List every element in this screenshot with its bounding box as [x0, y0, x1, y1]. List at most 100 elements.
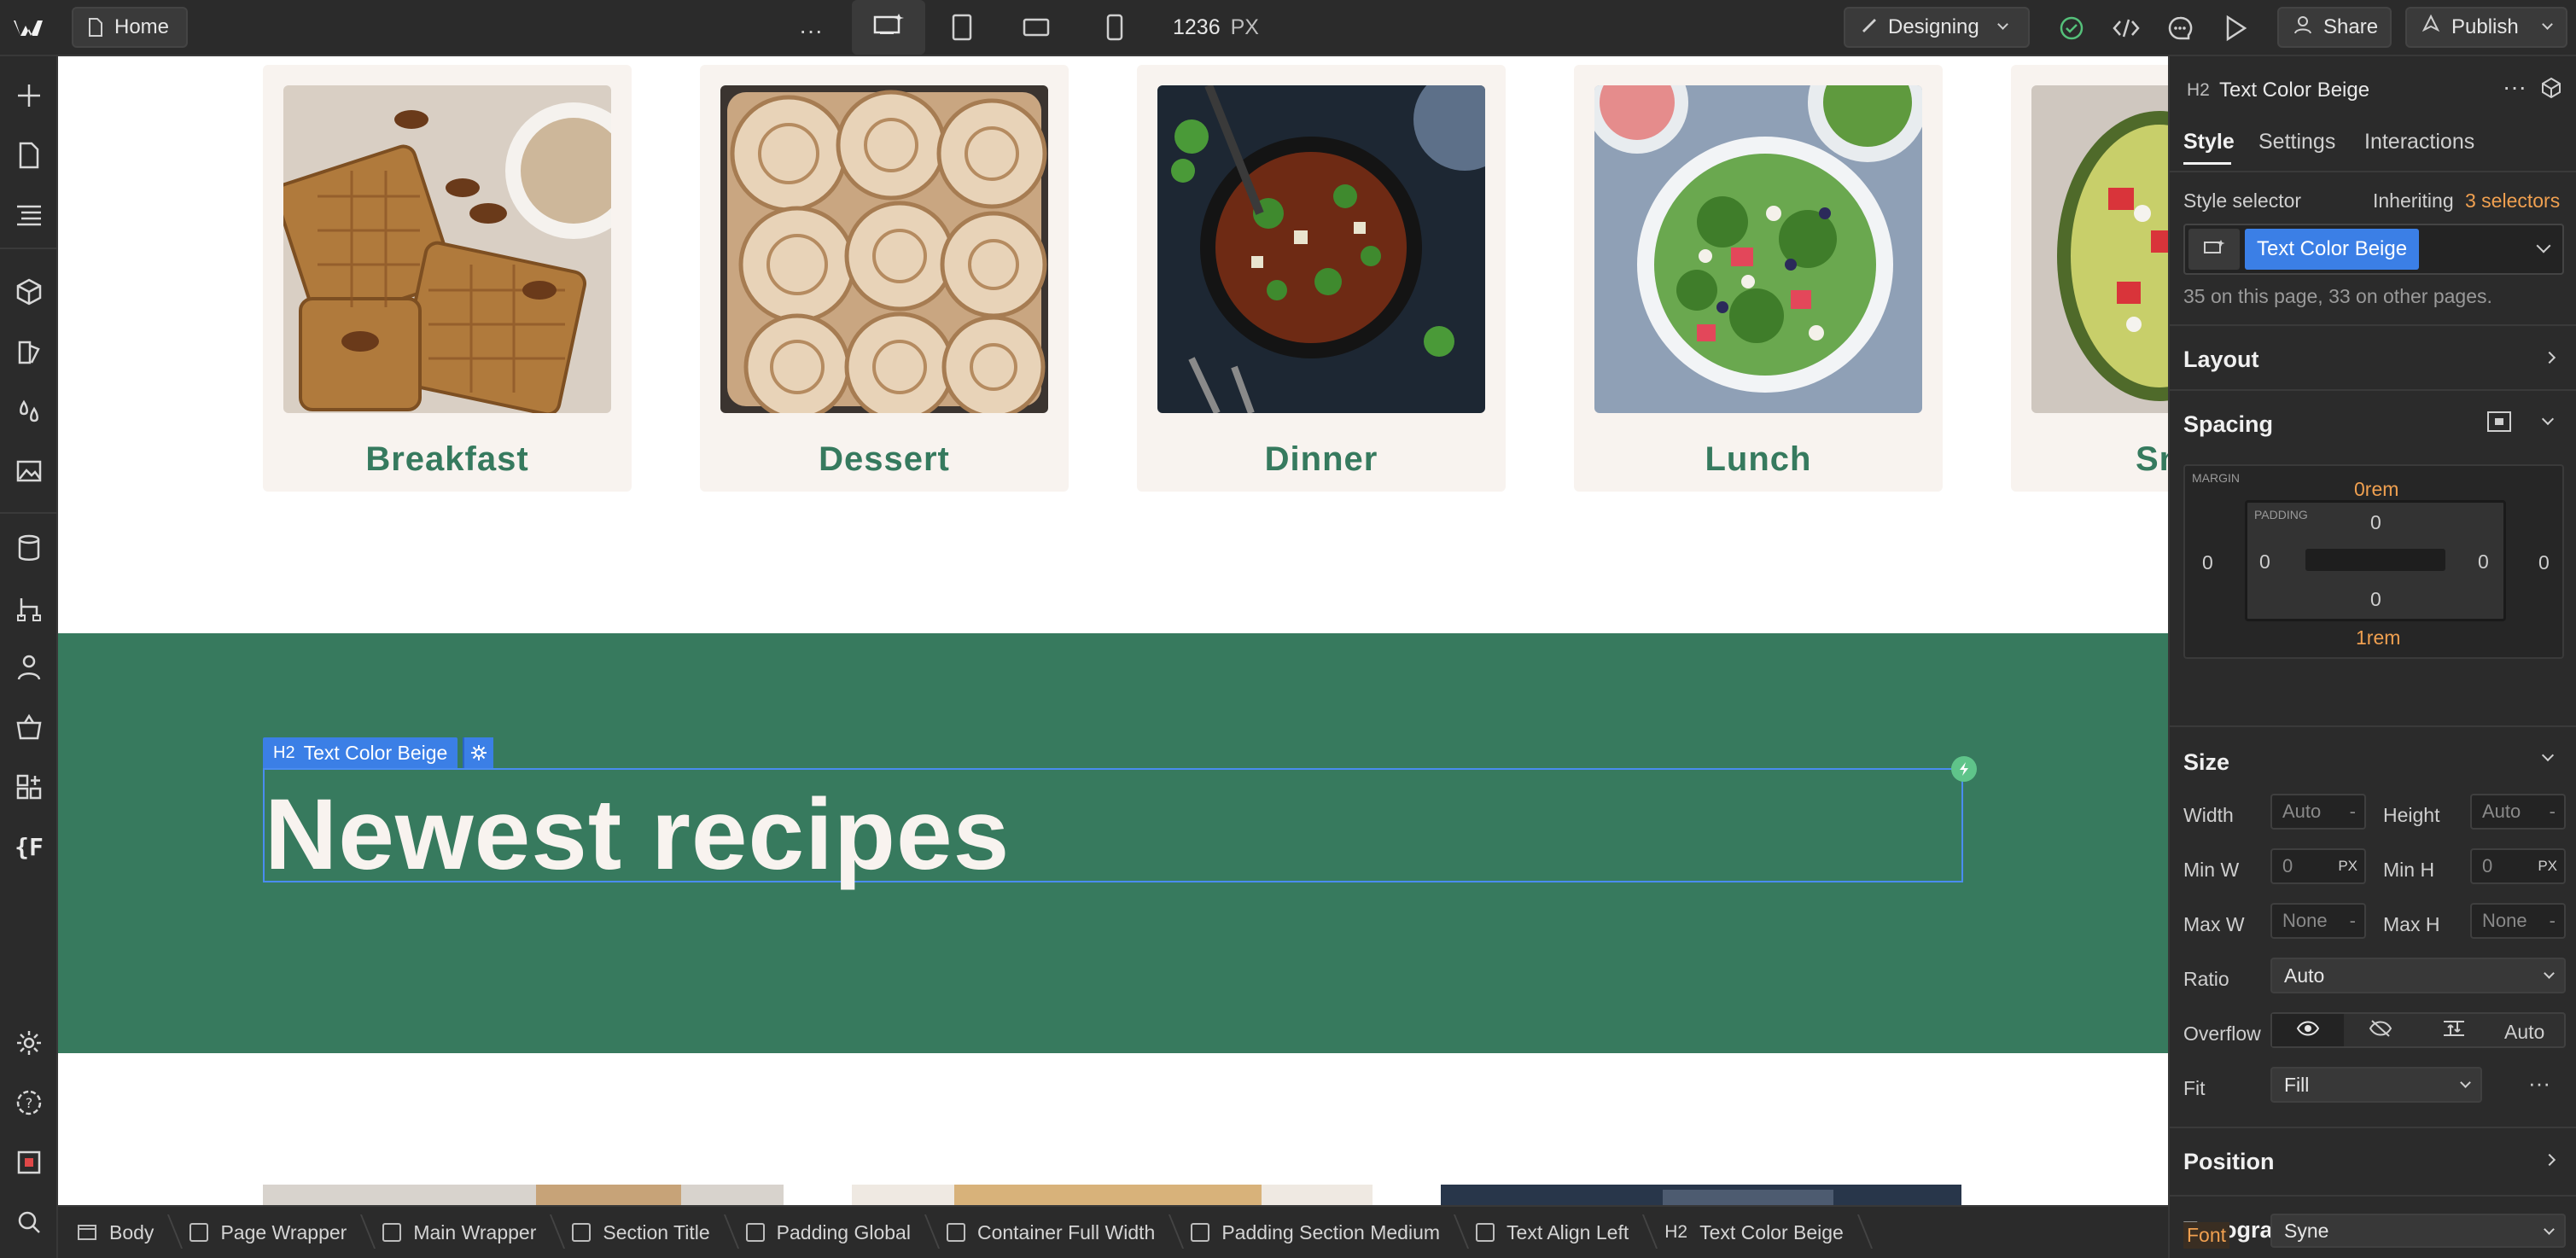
margin-right-value[interactable]: 0 — [2538, 551, 2550, 574]
canvas-width-value: 1236 — [1173, 15, 1221, 39]
height-field[interactable]: Auto - — [2470, 794, 2566, 830]
breadcrumb-item-padding-section-medium[interactable]: Padding Section Medium — [1172, 1206, 1457, 1258]
overflow-hidden-option[interactable] — [2344, 1014, 2417, 1046]
max-width-field[interactable]: None - — [2270, 903, 2366, 939]
newest-recipes-heading[interactable]: Newest recipes — [263, 768, 1963, 891]
tab-settings[interactable]: Settings — [2258, 130, 2335, 154]
margin-top-value[interactable]: 0rem — [2354, 478, 2398, 501]
users-icon[interactable] — [10, 649, 48, 686]
cms-icon[interactable] — [10, 529, 48, 567]
fit-more-options-icon[interactable]: ··· — [2528, 1070, 2550, 1097]
selector-state-button[interactable] — [2188, 229, 2240, 270]
breadcrumb-item-padding-global[interactable]: Padding Global — [727, 1206, 928, 1258]
tab-style[interactable]: Style — [2183, 130, 2235, 154]
breadcrumb-item-page-wrapper[interactable]: Page Wrapper — [171, 1206, 364, 1258]
breakpoint-mobile-button[interactable] — [1106, 14, 1123, 47]
selected-element-tag[interactable]: H2 Text Color Beige — [263, 737, 458, 768]
layout-section[interactable]: Layout — [2170, 324, 2576, 389]
ratio-label: Ratio — [2183, 968, 2229, 990]
min-height-field[interactable]: 0 PX — [2470, 848, 2566, 884]
breadcrumb-item-text-align-left[interactable]: Text Align Left — [1457, 1206, 1646, 1258]
rocket-icon — [2421, 14, 2441, 41]
chevron-down-icon[interactable] — [2541, 748, 2555, 762]
chevron-right-icon — [2543, 351, 2556, 364]
max-height-field[interactable]: None - — [2470, 903, 2566, 939]
padding-bottom-value[interactable]: 0 — [2370, 588, 2381, 611]
tab-interactions[interactable]: Interactions — [2364, 130, 2474, 154]
breadcrumb-item-body[interactable]: Body — [58, 1206, 171, 1258]
margin-bottom-value[interactable]: 1rem — [2356, 626, 2400, 649]
chevron-down-icon[interactable] — [2541, 412, 2555, 426]
chevron-down-icon[interactable] — [2536, 238, 2551, 253]
canvas-width-readout[interactable]: 1236 PX — [1173, 15, 1259, 40]
settings-icon[interactable] — [10, 1024, 48, 1062]
interaction-trigger-icon[interactable] — [1951, 756, 1977, 782]
style-selector-label: Style selector — [2183, 189, 2302, 212]
padding-top-value[interactable]: 0 — [2370, 511, 2381, 534]
component-icon[interactable] — [2540, 77, 2562, 103]
breadcrumb-item-section-title[interactable]: Section Title — [553, 1206, 726, 1258]
publish-button[interactable]: Publish — [2405, 7, 2567, 48]
overflow-visible-option[interactable] — [2272, 1014, 2344, 1046]
category-card-breakfast[interactable]: Breakfast — [263, 65, 632, 492]
padding-right-value[interactable]: 0 — [2478, 550, 2489, 574]
record-icon[interactable] — [10, 1144, 48, 1181]
fit-dropdown[interactable]: Fill — [2270, 1067, 2482, 1103]
code-icon[interactable] — [2112, 17, 2141, 39]
pages-icon[interactable] — [10, 137, 48, 174]
add-elements-icon[interactable] — [10, 77, 48, 114]
webflow-logo[interactable] — [12, 15, 46, 41]
breadcrumb-item-main-wrapper[interactable]: Main Wrapper — [364, 1206, 553, 1258]
breadcrumb-item-container-full-width[interactable]: Container Full Width — [928, 1206, 1172, 1258]
width-field[interactable]: Auto - — [2270, 794, 2366, 830]
recipe-card-preview[interactable] — [1441, 1185, 1961, 1205]
components-icon[interactable] — [10, 273, 48, 311]
comments-icon[interactable] — [2166, 15, 2194, 42]
recipe-card-preview[interactable] — [263, 1185, 784, 1205]
more-options-icon[interactable]: ··· — [2503, 73, 2526, 101]
snack-image — [2031, 85, 2168, 413]
spacing-preset-icon[interactable] — [2486, 410, 2513, 438]
breadcrumb-label: Section Title — [603, 1220, 710, 1243]
more-options-icon[interactable]: ··· — [799, 17, 823, 44]
inheriting-selectors-link[interactable]: 3 selectors — [2465, 189, 2560, 213]
preview-play-icon[interactable] — [2223, 15, 2248, 42]
logic-icon[interactable] — [10, 589, 48, 626]
breakpoint-landscape-button[interactable] — [1023, 17, 1050, 44]
finsweet-icon[interactable]: {F — [10, 828, 48, 865]
design-canvas[interactable]: Breakfast Dessert Dinner Lunch S H2 Text… — [58, 56, 2168, 1205]
recipe-card-preview[interactable] — [852, 1185, 1373, 1205]
ratio-dropdown[interactable]: Auto — [2270, 958, 2566, 993]
element-settings-gear-icon[interactable] — [463, 737, 493, 768]
style-manager-icon[interactable] — [10, 333, 48, 370]
position-section[interactable]: Position — [2170, 1127, 2576, 1195]
publish-status-icon[interactable] — [2059, 15, 2084, 41]
min-width-field[interactable]: 0 PX — [2270, 848, 2366, 884]
category-card-dessert[interactable]: Dessert — [700, 65, 1069, 492]
mode-dropdown[interactable]: Designing — [1844, 7, 2030, 48]
category-card-dinner[interactable]: Dinner — [1137, 65, 1506, 492]
chevron-right-icon — [2543, 1153, 2556, 1167]
margin-left-value[interactable]: 0 — [2202, 551, 2213, 574]
help-icon[interactable]: ? — [10, 1084, 48, 1121]
apps-icon[interactable] — [10, 768, 48, 806]
ecommerce-icon[interactable] — [10, 708, 48, 746]
category-card-lunch[interactable]: Lunch — [1574, 65, 1943, 492]
navigator-icon[interactable] — [10, 196, 48, 234]
margin-box: MARGIN 0rem 0 0 1rem PADDING 0 0 0 0 — [2183, 464, 2564, 659]
breakpoint-desktop-button[interactable] — [852, 0, 925, 55]
share-button[interactable]: Share — [2277, 7, 2392, 48]
selector-chip[interactable]: Text Color Beige — [2245, 229, 2420, 270]
padding-left-value[interactable]: 0 — [2259, 550, 2270, 574]
breakpoint-tablet-button[interactable] — [951, 14, 973, 47]
category-card-snack[interactable]: Sn — [2011, 65, 2168, 492]
page-selector-button[interactable]: Home — [72, 7, 188, 48]
variables-icon[interactable] — [10, 393, 48, 430]
overflow-auto-option[interactable]: Auto — [2504, 1021, 2544, 1044]
overflow-scroll-option[interactable] — [2417, 1014, 2491, 1046]
assets-icon[interactable] — [10, 452, 48, 490]
breadcrumb-item-text-color-beige[interactable]: H2 Text Color Beige — [1646, 1206, 1861, 1258]
selector-field[interactable]: Text Color Beige — [2183, 224, 2564, 275]
search-icon[interactable] — [10, 1203, 48, 1241]
font-dropdown[interactable]: Syne — [2270, 1214, 2566, 1248]
